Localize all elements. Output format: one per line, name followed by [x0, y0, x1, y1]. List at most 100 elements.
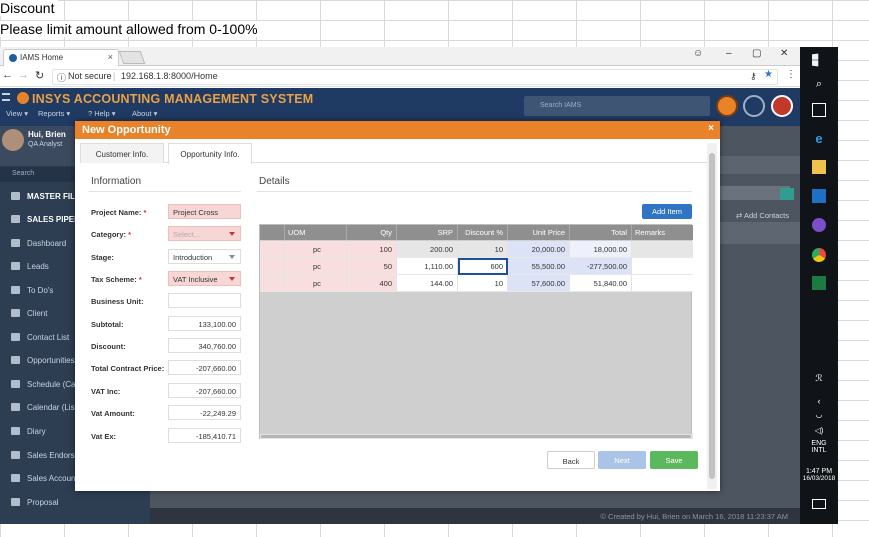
info-icon[interactable]: ⓘ — [57, 71, 66, 84]
maximize-button[interactable]: ▢ — [752, 48, 761, 59]
cell-total[interactable]: 18,000.00 — [570, 241, 632, 258]
sidebar-item-todos[interactable]: To Do's — [0, 286, 76, 295]
category-select[interactable]: Select... — [168, 226, 241, 241]
app-search-input[interactable]: Search IAMS — [524, 96, 710, 116]
back-arrow-icon[interactable]: ← — [2, 69, 13, 81]
cell-qty[interactable]: 50 — [347, 258, 397, 275]
cell-unit-price[interactable]: 20,000.00 — [508, 241, 570, 258]
key-icon[interactable]: ⚷ — [750, 71, 757, 82]
grid-header-remarks[interactable]: Remarks — [632, 225, 693, 240]
cell-discount[interactable]: 10 — [458, 241, 508, 258]
excel-cell-note[interactable]: Please limit amount allowed from 0-100% — [0, 21, 262, 37]
cell-srp[interactable]: 1,110.00 — [397, 258, 458, 275]
url-text[interactable]: 192.168.1.8:8000/Home — [121, 71, 218, 81]
cell-remarks[interactable] — [632, 258, 693, 275]
task-view-icon[interactable] — [812, 103, 826, 117]
cell-discount[interactable]: 10 — [458, 275, 508, 292]
vat-inc-field[interactable]: -207,660.00 — [168, 383, 241, 398]
add-item-button[interactable]: Add Item — [642, 204, 692, 219]
minimize-button[interactable]: – — [726, 48, 732, 59]
sidebar-item-sales-account[interactable]: Sales Accoun — [0, 474, 76, 483]
edge-icon[interactable]: e — [812, 131, 826, 146]
cell-uom[interactable]: pc — [285, 275, 347, 292]
reload-icon[interactable]: ↻ — [35, 69, 44, 82]
network-icon[interactable]: ◡ — [812, 410, 826, 424]
table-row[interactable]: pc 400 144.00 10 57,600.00 51,840.00 — [260, 275, 693, 292]
cell-remarks[interactable] — [632, 275, 693, 292]
menu-reports[interactable]: Reports ▾ — [38, 109, 70, 118]
sidebar-item-proposal[interactable]: Proposal — [0, 498, 76, 507]
hamburger-icon[interactable] — [2, 93, 10, 101]
outlook-icon[interactable] — [812, 189, 826, 203]
tab-close-icon[interactable]: × — [108, 50, 113, 65]
cell-srp[interactable]: 200.00 — [397, 241, 458, 258]
vat-amount-field[interactable]: -22,249.29 — [168, 405, 241, 420]
tab-opportunity-info[interactable]: Opportunity Info. — [168, 143, 252, 164]
cell-srp[interactable]: 144.00 — [397, 275, 458, 292]
modal-scroll-thumb[interactable] — [709, 153, 715, 479]
sidebar-item-sales-pipeline[interactable]: SALES PIPELINE — [0, 215, 76, 224]
chevron-up-icon[interactable]: ‹ — [812, 396, 826, 410]
cell-discount-selected[interactable]: 600 — [458, 258, 508, 275]
background-add-icon[interactable] — [780, 188, 794, 200]
cell-uom[interactable]: pc — [285, 241, 347, 258]
chrome-icon[interactable] — [812, 248, 826, 262]
sidebar-item-opportunities[interactable]: Opportunities — [0, 356, 76, 365]
search-icon[interactable]: ⌕ — [812, 78, 826, 92]
grid-menu-icon[interactable] — [743, 95, 765, 117]
stage-select[interactable]: Introduction — [168, 249, 241, 264]
clock[interactable]: 1:47 PM 16/03/2018 — [800, 468, 838, 482]
menu-about[interactable]: About ▾ — [132, 109, 157, 118]
sidebar-item-contact-list[interactable]: Contact List — [0, 333, 76, 342]
subtotal-field[interactable]: 133,100.00 — [168, 316, 241, 331]
user-icon[interactable] — [771, 95, 793, 117]
business-unit-input[interactable] — [168, 293, 241, 308]
project-name-input[interactable]: Project Cross — [168, 204, 241, 219]
sidebar-item-sales-endorse[interactable]: Sales Endorse — [0, 451, 76, 460]
add-contacts-link[interactable]: ⇄ Add Contacts — [736, 211, 789, 220]
sidebar-item-schedule[interactable]: Schedule (Ca — [0, 380, 76, 389]
file-explorer-icon[interactable] — [812, 160, 826, 174]
star-icon[interactable]: ★ — [764, 69, 773, 80]
tab-customer-info[interactable]: Customer Info. — [80, 143, 164, 163]
sidebar-item-diary[interactable]: Diary — [0, 427, 76, 436]
excel-icon[interactable] — [812, 276, 826, 290]
cell-qty[interactable]: 400 — [347, 275, 397, 292]
grid-header-uom[interactable]: UOM — [285, 225, 347, 240]
cell-uom[interactable]: pc — [285, 258, 347, 275]
discount-field[interactable]: 340,760.00 — [168, 338, 241, 353]
menu-dots-icon[interactable]: ⋮ — [786, 69, 796, 80]
total-contract-price-field[interactable]: -207,660.00 — [168, 360, 241, 375]
cell-remarks[interactable] — [632, 241, 693, 258]
grid-header-unit-price[interactable]: Unit Price — [508, 225, 570, 240]
modal-close-icon[interactable]: × — [708, 123, 714, 134]
viber-icon[interactable] — [812, 218, 826, 232]
sidebar-item-calendar[interactable]: Calendar (List — [0, 403, 76, 412]
table-row[interactable]: pc 100 200.00 10 20,000.00 18,000.00 — [260, 241, 693, 258]
grid-horizontal-scrollbar[interactable] — [260, 434, 693, 439]
new-tab-button[interactable] — [118, 51, 146, 64]
profile-icon[interactable]: ☺ — [693, 48, 703, 59]
browser-tab[interactable]: IAMS Home × — [3, 49, 119, 66]
menu-help[interactable]: ? Help ▾ — [88, 109, 116, 118]
grid-header-srp[interactable]: SRP — [397, 225, 458, 240]
notification-icon[interactable] — [812, 499, 826, 509]
cell-qty[interactable]: 100 — [347, 241, 397, 258]
excel-cell-discount[interactable]: Discount — [0, 0, 59, 16]
cell-total[interactable]: -277,500.00 — [570, 258, 632, 275]
cell-unit-price[interactable]: 55,500.00 — [508, 258, 570, 275]
sidebar-item-leads[interactable]: Leads — [0, 262, 76, 271]
tax-scheme-select[interactable]: VAT Inclusive — [168, 271, 241, 286]
next-button[interactable]: Next — [598, 451, 646, 469]
cell-unit-price[interactable]: 57,600.00 — [508, 275, 570, 292]
close-window-button[interactable]: ✕ — [780, 48, 788, 59]
clock-icon[interactable] — [716, 95, 738, 117]
modal-scrollbar[interactable] — [707, 143, 717, 489]
menu-view[interactable]: View ▾ — [6, 109, 28, 118]
grid-header-qty[interactable]: Qty — [347, 225, 397, 240]
back-button[interactable]: Back — [547, 451, 595, 469]
sidebar-item-client[interactable]: Client — [0, 309, 76, 318]
volume-icon[interactable]: ◁) — [812, 426, 826, 440]
save-button[interactable]: Save — [650, 451, 698, 469]
people-icon[interactable]: ℛ — [812, 373, 826, 387]
